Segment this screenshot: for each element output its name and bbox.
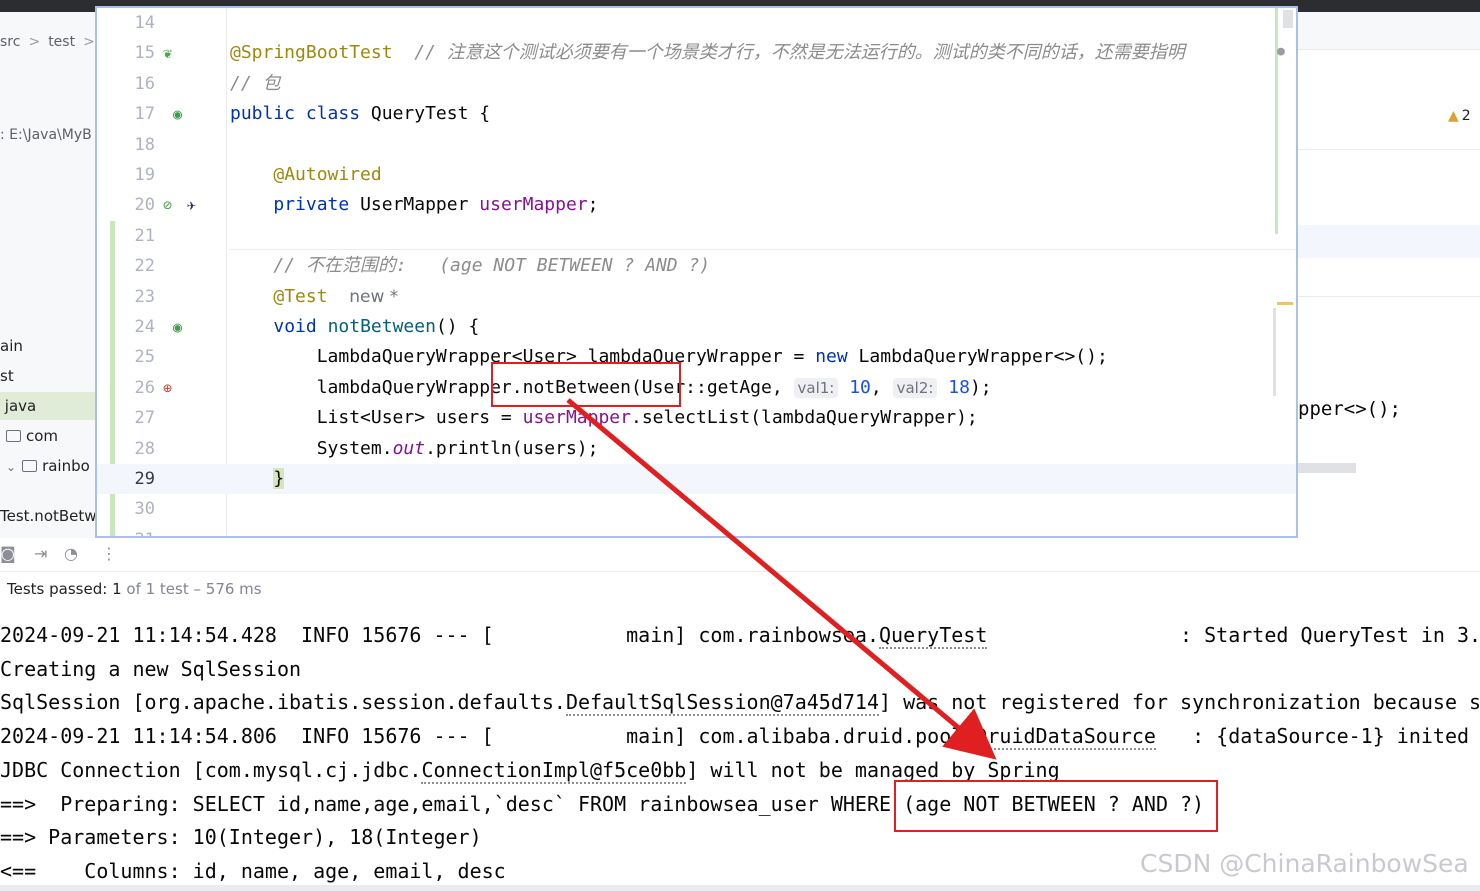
watermark: CSDN @ChinaRainbowSea	[1140, 849, 1469, 878]
arrow-line	[566, 398, 997, 760]
annotation-arrow	[566, 398, 997, 760]
